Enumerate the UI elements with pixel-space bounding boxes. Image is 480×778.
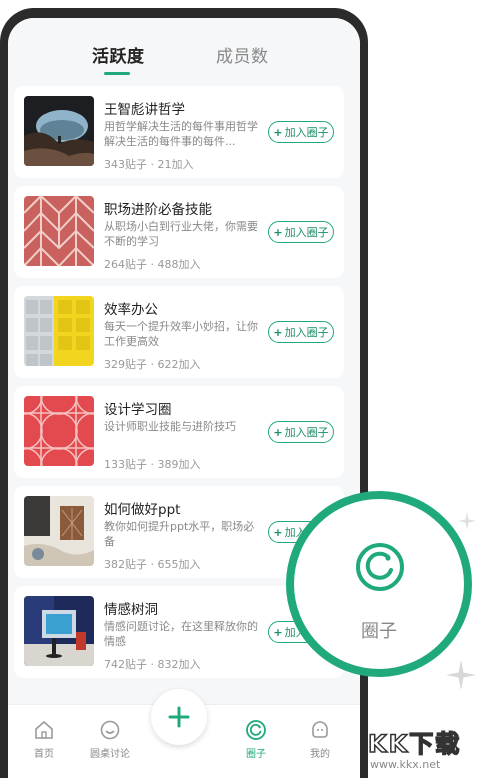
profile-icon	[312, 721, 328, 738]
join-circle-button[interactable]: +加入圈子	[268, 321, 334, 343]
tab-activity[interactable]: 活跃度	[92, 42, 145, 67]
nav-circle[interactable]: 圈子	[228, 719, 284, 760]
nav-home-label: 首页	[34, 749, 54, 760]
circle-card[interactable]: 效率办公 每天一个提升效率小妙招，让你工作更高效 329贴子 · 622加入 +…	[14, 286, 344, 378]
circle-thumbnail-cave	[24, 96, 94, 166]
sparkle-icon	[446, 660, 476, 690]
smile-icon	[100, 720, 120, 740]
post-count: 382贴子	[104, 558, 147, 571]
top-tabs: 活跃度 成员数	[8, 18, 360, 90]
plus-icon	[168, 706, 190, 728]
nav-circle-label: 圈子	[246, 749, 266, 760]
join-count: 21加入	[157, 158, 194, 171]
plus-icon: +	[273, 625, 283, 639]
circle-stats: 264贴子 · 488加入	[104, 258, 201, 271]
circle-card[interactable]: 职场进阶必备技能 从职场小白到行业大佬，你需要不断的学习 264贴子 · 488…	[14, 186, 344, 278]
circle-description: 教你如何提升ppt水平，职场必备	[104, 520, 255, 548]
watermark-url: www.kkx.net	[370, 758, 441, 771]
circle-description: 从职场小白到行业大佬，你需要不断的学习	[104, 220, 258, 248]
join-circle-button[interactable]: +加入圈子	[268, 421, 334, 443]
nav-home[interactable]: 首页	[16, 719, 72, 760]
join-circle-button[interactable]: +加入圈子	[268, 121, 334, 143]
join-count: 622加入	[157, 358, 201, 371]
join-button-label: 加入圈子	[284, 226, 329, 239]
active-tab-indicator	[104, 72, 130, 75]
circle-stats: 329贴子 · 622加入	[104, 358, 201, 371]
plus-icon: +	[273, 325, 283, 339]
sparkle-icon	[458, 512, 476, 530]
circle-thumbnail-pattern	[24, 396, 94, 466]
circle-stats: 133贴子 · 389加入	[104, 458, 201, 471]
circle-thumbnail-art	[24, 596, 94, 666]
circle-thumbnail-blocks	[24, 296, 94, 366]
circle-title: 情感树洞	[104, 602, 158, 618]
join-count: 655加入	[157, 558, 201, 571]
circle-title: 如何做好ppt	[104, 502, 181, 518]
circle-stats: 382贴子 · 655加入	[104, 558, 201, 571]
tab-members[interactable]: 成员数	[216, 42, 269, 67]
nav-roundtable-label: 圆桌讨论	[90, 749, 130, 760]
circle-description: 情感问题讨论，在这里释放你的情感	[104, 620, 258, 648]
circle-description: 设计师职业技能与进阶技巧	[104, 420, 236, 433]
home-icon	[35, 721, 53, 739]
join-circle-button[interactable]: +加入圈子	[268, 221, 334, 243]
nav-mine-label: 我的	[310, 749, 330, 760]
circle-card[interactable]: 设计学习圈 设计师职业技能与进阶技巧 133贴子 · 389加入 + 加入圈子	[14, 386, 344, 478]
post-count: 133贴子	[104, 458, 147, 471]
plus-icon: +	[273, 125, 283, 139]
circle-icon	[356, 543, 404, 591]
bottom-navigation: 首页 圆桌讨论 圈子 我的	[8, 689, 360, 778]
post-count: 329贴子	[104, 358, 147, 371]
plus-icon: +	[273, 525, 283, 539]
circle-title: 效率办公	[104, 302, 158, 318]
nav-roundtable[interactable]: 圆桌讨论	[82, 719, 138, 760]
join-count: 389加入	[157, 458, 201, 471]
circle-title: 设计学习圈	[104, 402, 172, 418]
circle-thumbnail-geometric	[24, 196, 94, 266]
join-button-label: 加入圈子	[284, 426, 329, 439]
post-count: 264贴子	[104, 258, 147, 271]
plus-icon: +	[273, 425, 283, 439]
nav-mine[interactable]: 我的	[292, 719, 348, 760]
add-button[interactable]	[151, 689, 207, 745]
post-count: 343贴子	[104, 158, 147, 171]
circle-description: 用哲学解决生活的每件事用哲学解决生活的每件事的每件...	[104, 120, 258, 148]
join-button-label: 加入圈子	[284, 326, 329, 339]
circle-description: 每天一个提升效率小妙招，让你工作更高效	[104, 320, 258, 348]
join-count: 832加入	[157, 658, 201, 671]
watermark: KK下载 www.kkx.net	[364, 724, 480, 774]
post-count: 742贴子	[104, 658, 147, 671]
plus-icon: +	[273, 225, 283, 239]
circle-card[interactable]: 王智彪讲哲学 用哲学解决生活的每件事用哲学解决生活的每件事的每件... 343贴…	[14, 86, 344, 178]
join-button-label: 加入圈子	[284, 126, 329, 139]
circle-title: 职场进阶必备技能	[104, 202, 212, 218]
join-count: 488加入	[157, 258, 201, 271]
phone-screen: 活跃度 成员数 王智彪讲哲学 用哲学解决生活的每件事用哲学解决生活的每件事的每件…	[8, 18, 360, 778]
circle-title: 王智彪讲哲学	[104, 102, 185, 118]
zoom-label: 圈子	[361, 621, 397, 642]
circle-stats: 742贴子 · 832加入	[104, 658, 201, 671]
circle-thumbnail-weaving	[24, 496, 94, 566]
circle-stats: 343贴子 · 21加入	[104, 158, 194, 171]
circle-icon	[246, 720, 266, 740]
circle-tab-zoom-callout: 圈子	[286, 491, 472, 677]
watermark-text: KK下载	[367, 729, 462, 759]
